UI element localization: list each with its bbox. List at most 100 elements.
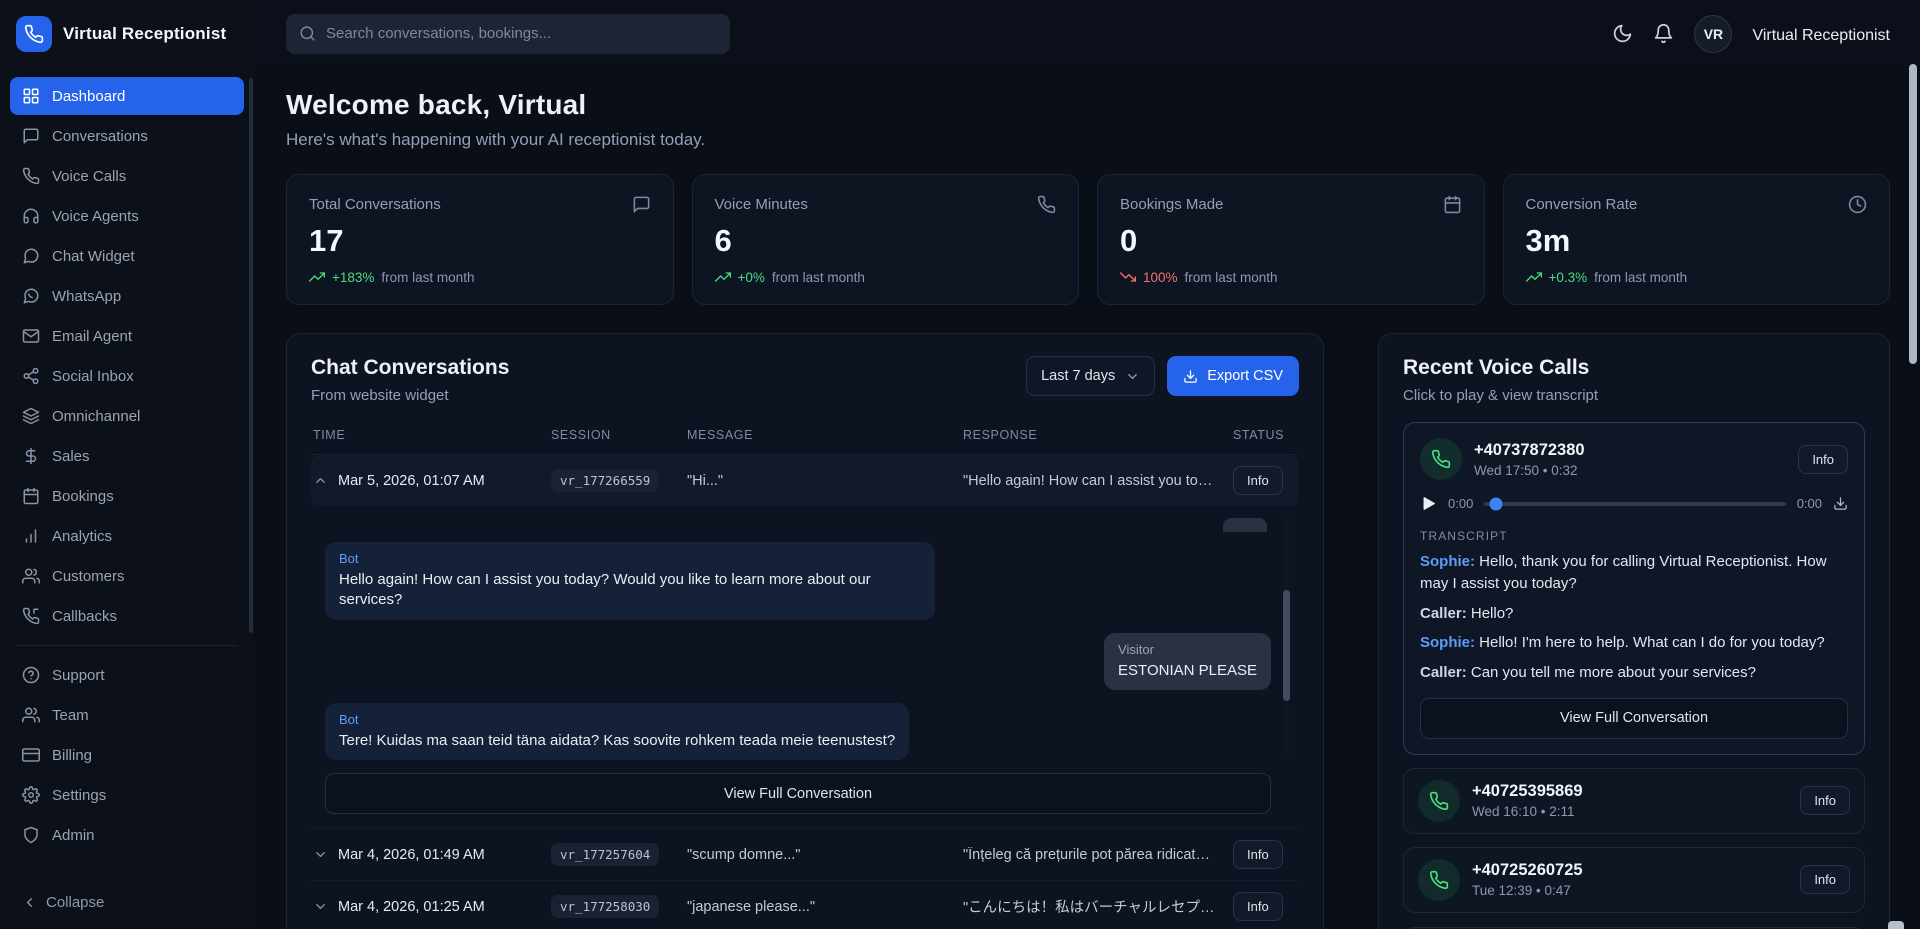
page-title: Welcome back, Virtual: [286, 89, 1890, 121]
chat-message-bubble: Bot Tere! Kuidas ma saan teid täna aidat…: [325, 703, 909, 760]
sidebar-collapse-button[interactable]: Collapse: [0, 880, 254, 929]
chevron-down-icon: [313, 847, 328, 862]
voice-call-card[interactable]: +40725395869 Wed 16:10 • 2:11 Info: [1403, 768, 1865, 834]
sidebar-item[interactable]: Email Agent: [10, 317, 244, 355]
sidebar-item[interactable]: Omnichannel: [10, 397, 244, 435]
sidebar-item[interactable]: Callbacks: [10, 597, 244, 635]
search-input[interactable]: [326, 25, 717, 42]
voice-panel-subtitle: Click to play & view transcript: [1403, 387, 1865, 404]
header-actions: VR Virtual Receptionist: [1612, 15, 1890, 53]
user-name: Virtual Receptionist: [1752, 27, 1890, 45]
sidebar-item[interactable]: Analytics: [10, 517, 244, 555]
stat-label: Bookings Made: [1120, 196, 1223, 213]
session-id-badge: vr_177266559: [551, 469, 659, 492]
sidebar-item[interactable]: Support: [10, 656, 244, 694]
call-info-button[interactable]: Info: [1798, 445, 1848, 474]
sidebar-nav: Dashboard Conversations Voice Calls Voic…: [0, 67, 254, 880]
conversation-time: Mar 4, 2026, 01:49 AM: [338, 847, 485, 863]
stat-card: Voice Minutes 6 +0% from last month: [692, 174, 1080, 305]
sidebar-item[interactable]: Bookings: [10, 477, 244, 515]
sidebar-item-icon: [22, 826, 40, 844]
chat-scrollbar-track[interactable]: [1283, 516, 1290, 756]
call-meta: Wed 17:50 • 0:32: [1474, 463, 1585, 478]
sidebar-item-icon: [22, 87, 40, 105]
sidebar-item[interactable]: WhatsApp: [10, 277, 244, 315]
sidebar-item-icon: [22, 207, 40, 225]
sidebar-item[interactable]: Customers: [10, 557, 244, 595]
call-info-button[interactable]: Info: [1800, 865, 1850, 894]
sidebar-item-label: Callbacks: [52, 608, 117, 625]
chevron-left-icon: [22, 895, 37, 910]
sidebar-item[interactable]: Sales: [10, 437, 244, 475]
sidebar-item[interactable]: Voice Calls: [10, 157, 244, 195]
stat-icon: [1037, 195, 1056, 214]
sidebar-item[interactable]: Billing: [10, 736, 244, 774]
info-button[interactable]: Info: [1233, 892, 1283, 921]
conversation-row-expanded[interactable]: Mar 5, 2026, 01:07 AM vr_177266559 "Hi..…: [311, 455, 1299, 506]
theme-toggle-moon-icon[interactable]: [1612, 23, 1633, 44]
sidebar-item-icon: [22, 706, 40, 724]
sidebar-item[interactable]: Voice Agents: [10, 197, 244, 235]
sidebar-item[interactable]: Admin: [10, 816, 244, 854]
sidebar-item-label: Settings: [52, 787, 106, 804]
stat-delta-note: from last month: [1594, 270, 1687, 285]
notifications-bell-icon[interactable]: [1653, 23, 1674, 44]
sidebar-item[interactable]: Conversations: [10, 117, 244, 155]
sidebar-item-icon: [22, 327, 40, 345]
transcript-line: Caller: Can you tell me more about your …: [1420, 662, 1848, 684]
seek-slider-thumb[interactable]: [1490, 497, 1503, 510]
sidebar-item-icon: [22, 527, 40, 545]
stat-value: 0: [1120, 223, 1462, 259]
phone-call-icon: [1420, 438, 1462, 480]
date-range-value: Last 7 days: [1041, 368, 1115, 384]
conversation-row[interactable]: Mar 4, 2026, 01:49 AM vr_177257604 "scum…: [311, 829, 1299, 881]
page-subtitle: Here's what's happening with your AI rec…: [286, 130, 1890, 150]
stat-delta-value: 100%: [1143, 270, 1178, 285]
scroll-corner: [1888, 921, 1904, 929]
sidebar-item[interactable]: Chat Widget: [10, 237, 244, 275]
sidebar-item-icon: [22, 746, 40, 764]
play-button[interactable]: [1420, 495, 1437, 512]
stat-label: Conversion Rate: [1526, 196, 1638, 213]
conversation-row[interactable]: Mar 4, 2026, 01:25 AM vr_177258030 "japa…: [311, 881, 1299, 929]
sidebar-scrollbar[interactable]: [249, 78, 253, 633]
info-button[interactable]: Info: [1233, 466, 1283, 495]
sidebar-item-icon: [22, 287, 40, 305]
sidebar-item[interactable]: Settings: [10, 776, 244, 814]
sidebar-item[interactable]: Dashboard: [10, 77, 244, 115]
app-logo: Virtual Receptionist: [0, 0, 254, 67]
chat-panel-title: Chat Conversations: [311, 356, 509, 380]
call-info-button[interactable]: Info: [1800, 786, 1850, 815]
transcript-line: Sophie: Hello, thank you for calling Vir…: [1420, 551, 1848, 595]
sidebar-item-icon: [22, 607, 40, 625]
download-icon: [1183, 369, 1198, 384]
voice-call-card[interactable]: +40725260725 Tue 12:39 • 0:47 Info: [1403, 847, 1865, 913]
search-bar[interactable]: [286, 14, 730, 54]
view-full-conversation-button[interactable]: View Full Conversation: [325, 773, 1271, 814]
seek-slider[interactable]: [1484, 502, 1785, 506]
conversation-message: "Hi...": [687, 473, 963, 489]
export-csv-button[interactable]: Export CSV: [1167, 356, 1299, 396]
chat-panel-subtitle: From website widget: [311, 387, 509, 404]
transcript-text: Hello! I'm here to help. What can I do f…: [1479, 634, 1825, 651]
info-button[interactable]: Info: [1233, 840, 1283, 869]
transcript-speaker: Sophie:: [1420, 634, 1475, 651]
sidebar-item[interactable]: Social Inbox: [10, 357, 244, 395]
user-avatar[interactable]: VR: [1694, 15, 1732, 53]
call-number: +40725395869: [1472, 782, 1583, 801]
sidebar-item[interactable]: Team: [10, 696, 244, 734]
chat-scrollbar-thumb[interactable]: [1283, 590, 1290, 700]
stat-value: 6: [715, 223, 1057, 259]
date-range-select[interactable]: Last 7 days: [1026, 356, 1155, 396]
page-scrollbar-thumb[interactable]: [1909, 64, 1917, 364]
column-header-time: TIME: [313, 428, 551, 442]
conversation-message: "scump domne...": [687, 847, 963, 863]
sidebar-item-label: Sales: [52, 448, 90, 465]
sidebar-item-icon: [22, 167, 40, 185]
stats-row: Total Conversations 17 +183% from last m…: [286, 174, 1890, 305]
call-meta: Wed 16:10 • 2:11: [1472, 804, 1583, 819]
download-recording-icon[interactable]: [1833, 496, 1848, 511]
voice-call-card-expanded[interactable]: +40737872380 Wed 17:50 • 0:32 Info 0:00 …: [1403, 422, 1865, 755]
view-full-conversation-button[interactable]: View Full Conversation: [1420, 698, 1848, 739]
sidebar-item-label: Social Inbox: [52, 368, 134, 385]
